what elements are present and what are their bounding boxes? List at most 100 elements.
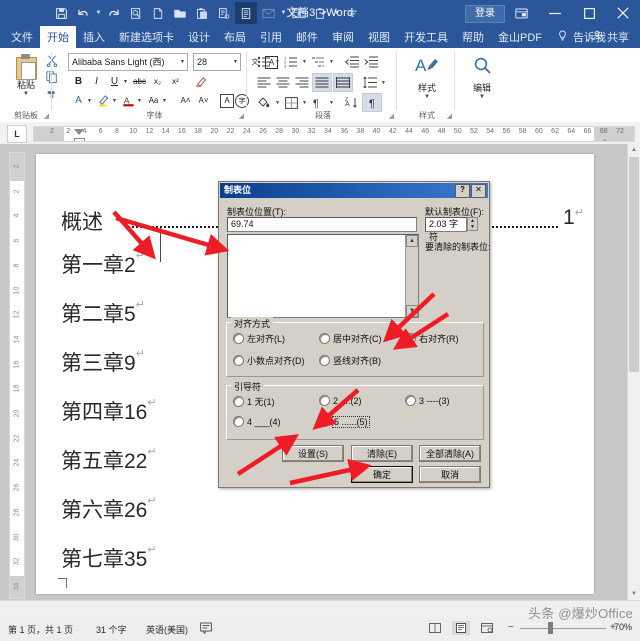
vertical-ruler[interactable]: 2 2 4 6 8 10 12 14 16 18 20 22 24 26 28 30 32 34 [9,152,25,599]
radio-align-decimal[interactable]: 小数点对齐(D) [233,354,305,367]
minimize-button[interactable] [538,0,572,26]
quick-print-icon[interactable] [213,2,235,24]
close-button[interactable] [606,0,640,26]
tab-stop-selector[interactable]: L [7,125,27,143]
language-label[interactable]: 英语(美国) [146,623,188,636]
line-spacing-dropdown-icon[interactable]: ▼ [380,74,387,91]
tab-help[interactable]: 帮助 [455,26,491,48]
increase-indent-icon[interactable] [362,53,380,70]
styles-dropdown-icon[interactable]: ▼ [399,94,455,100]
highlight-dropdown-icon[interactable]: ▼ [110,92,119,109]
cut-icon[interactable] [44,53,60,69]
word-count-label[interactable]: 31 个字 [96,623,127,636]
tab-kingsoft-pdf[interactable]: 金山PDF [491,26,549,48]
decrease-indent-icon[interactable] [343,53,361,70]
subscript-button[interactable]: x₂ [149,73,166,90]
multilevel-list-dropdown-icon[interactable]: ▼ [328,53,335,70]
tab-developer[interactable]: 开发工具 [397,26,455,48]
bold-button[interactable]: B [70,73,87,90]
align-center-icon[interactable] [274,74,292,91]
tab-home[interactable]: 开始 [40,26,76,48]
numbered-list-dropdown-icon[interactable]: ▼ [301,53,308,70]
tab-review[interactable]: 审阅 [325,26,361,48]
radio-align-left[interactable]: 左对齐(L) [233,332,285,345]
redo-icon[interactable] [103,2,125,24]
paragraph-dialog-launcher[interactable]: ◢ [389,112,394,120]
format-painter-icon[interactable] [310,2,332,24]
underline-dropdown-icon[interactable]: ▼ [121,73,130,90]
font-size-dropdown-icon[interactable]: ▼ [231,53,241,71]
zoom-level-label[interactable]: 70% [614,622,632,632]
text-effects-dropdown-icon[interactable]: ▼ [85,92,94,109]
editing-dropdown-icon[interactable]: ▼ [456,94,508,100]
change-case-dropdown-icon[interactable]: ▼ [160,92,169,109]
italic-button[interactable]: I [88,73,105,90]
vertical-scrollbar[interactable]: ▲ ▼ [627,144,640,600]
bullet-list-dropdown-icon[interactable]: ▼ [274,53,281,70]
doc-line-ch2[interactable]: 第二章5↵ [61,298,145,328]
clear-all-button[interactable]: 全部清除(A) [419,445,481,462]
dialog-help-button[interactable]: ? [455,184,470,198]
show-formatting-marks-icon[interactable]: ¶ [309,94,327,111]
format-painter-ribbon-icon[interactable] [44,85,60,101]
default-tab-input[interactable]: 2.03 字符 [425,217,467,242]
superscript-button[interactable]: x² [167,73,184,90]
formatting-marks-dropdown-icon[interactable]: ▼ [328,94,335,111]
borders-icon[interactable] [282,94,300,111]
doc-line-ch5[interactable]: 第五章22↵ [61,445,157,475]
radio-leader-underline[interactable]: 4 ___(4) [233,416,281,427]
print-layout-view-button[interactable] [452,621,470,635]
maximize-button[interactable] [572,0,606,26]
sort-icon[interactable]: AZ [343,94,361,111]
font-name-dropdown-icon[interactable]: ▼ [178,53,188,71]
clear-formatting-icon[interactable] [192,73,209,90]
paste-button[interactable]: 粘贴 ▼ [8,54,44,97]
default-tab-spinner[interactable]: ▲ ▼ [467,217,478,231]
strikethrough-button[interactable]: abc [131,73,148,90]
tab-mailings[interactable]: 邮件 [289,26,325,48]
doc-line-ch6[interactable]: 第六章26↵ [61,494,157,524]
horizontal-ruler[interactable]: 2 2 4 6 8 10 12 14 16 18 20 22 24 26 28 30 32 34 36 38 40 42 4… [33,126,635,142]
web-layout-view-button[interactable] [478,621,496,635]
doc-line-ch4[interactable]: 第四章16↵ [61,396,157,426]
ribbon-display-options-icon[interactable] [504,0,538,26]
character-shading-icon[interactable]: A [220,93,234,108]
line-spacing-icon[interactable] [361,74,379,91]
share-button[interactable]: 共享 [586,29,636,45]
zoom-slider-track[interactable] [520,628,606,629]
print-preview-icon[interactable] [125,2,147,24]
sign-in-button[interactable]: 登录 [465,5,505,23]
list-scroll-up-icon[interactable]: ▲ [406,235,418,247]
numbered-list-icon[interactable]: 123 [282,53,300,70]
scroll-down-arrow-icon[interactable]: ▼ [629,589,639,599]
copy-icon[interactable] [44,69,60,85]
font-size-input[interactable]: 28 [193,53,232,71]
clipboard-dialog-launcher[interactable]: ◢ [44,112,49,120]
styles-button[interactable]: A 样式 ▼ [399,54,455,100]
page-info-label[interactable]: 第 1 页，共 1 页 [8,623,73,636]
zoom-slider-thumb[interactable] [548,622,553,634]
read-mode-view-button[interactable] [426,621,444,635]
proofing-errors-icon[interactable] [200,622,212,637]
doc-line-ch3[interactable]: 第三章9↵ [61,347,145,377]
cancel-button[interactable]: 取消 [419,466,481,483]
grow-font-icon[interactable]: A˄ [177,92,194,109]
tab-layout[interactable]: 布局 [217,26,253,48]
scrollbar-thumb[interactable] [629,157,639,372]
zoom-out-button[interactable]: − [508,622,514,633]
open-folder-icon[interactable] [169,2,191,24]
borders-dropdown-icon[interactable]: ▼ [301,94,308,111]
paste-icon[interactable] [191,2,213,24]
doc-line-overview[interactable]: 概述 [61,206,103,236]
justify-icon[interactable] [312,73,332,92]
two-page-icon[interactable] [288,2,310,24]
multilevel-list-icon[interactable] [309,53,327,70]
shrink-font-icon[interactable]: A˅ [195,92,212,109]
distribute-icon[interactable] [333,73,353,92]
align-right-icon[interactable] [293,74,311,91]
right-tab-stop-marker[interactable] [600,139,610,141]
spinner-down-icon[interactable]: ▼ [468,224,477,230]
tab-references[interactable]: 引用 [253,26,289,48]
doc-line-ch7[interactable]: 第七章35↵ [61,543,157,573]
tab-position-input[interactable]: 69.74 [227,217,417,232]
